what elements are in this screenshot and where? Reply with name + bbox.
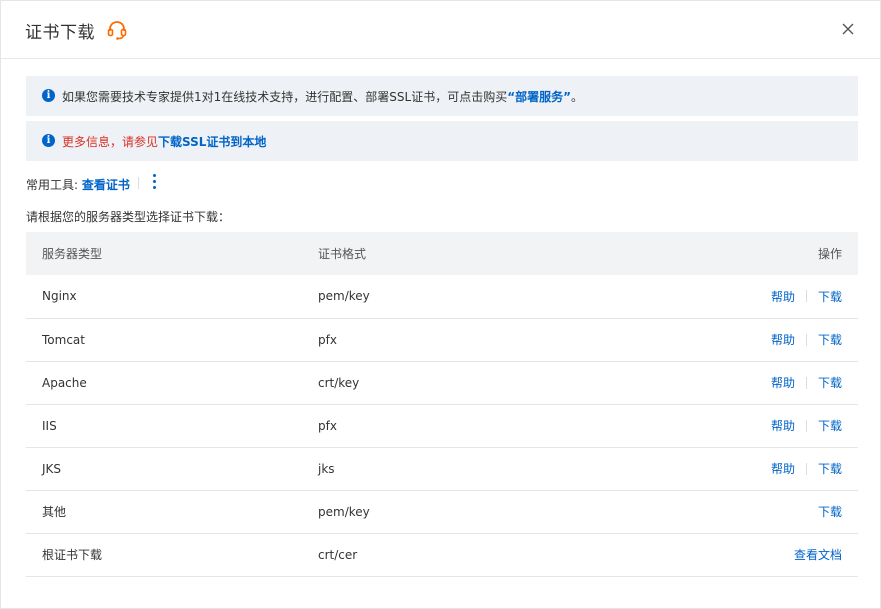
actions-cell: 帮助 下载 [682, 361, 858, 405]
actions-cell: 帮助 下载 [682, 275, 858, 319]
table-row: 根证书下载 crt/cer 查看文档 [26, 533, 858, 577]
dialog-header: 证书下载 [1, 1, 880, 59]
support-alert-text: 如果您需要技术专家提供1对1在线技术支持，进行配置、部署SSL证书，可点击购买“… [62, 90, 583, 104]
server-type-cell: Nginx [26, 275, 302, 319]
info-icon: i [42, 89, 55, 102]
format-cell: pem/key [302, 490, 682, 534]
download-link[interactable]: 下载 [818, 331, 842, 348]
common-tools: 常用工具: 查看证书 [26, 176, 139, 193]
server-type-cell: IIS [26, 404, 302, 448]
deploy-service-link[interactable]: “部署服务” [507, 90, 571, 104]
dialog-title: 证书下载 [25, 23, 95, 43]
close-icon[interactable] [840, 21, 856, 37]
help-link[interactable]: 帮助 [771, 374, 795, 391]
column-header-server-type: 服务器类型 [26, 232, 302, 275]
actions-cell: 下载 [682, 490, 858, 534]
server-type-cell: 其他 [26, 490, 302, 534]
certificate-download-dialog: 证书下载 i 如果您需要技术专家提供1对1在线技术支持，进行配置、部署SSL证书… [0, 0, 881, 609]
format-cell: pem/key [302, 275, 682, 319]
server-type-cell: Apache [26, 361, 302, 405]
actions-cell: 查看文档 [682, 533, 858, 577]
view-docs-link[interactable]: 查看文档 [794, 546, 842, 563]
help-link[interactable]: 帮助 [771, 417, 795, 434]
support-alert: i 如果您需要技术专家提供1对1在线技术支持，进行配置、部署SSL证书，可点击购… [26, 76, 858, 116]
format-cell: crt/key [302, 361, 682, 405]
server-type-hint: 请根据您的服务器类型选择证书下载： [26, 210, 231, 224]
actions-cell: 帮助 下载 [682, 404, 858, 448]
table-row: Tomcat pfx 帮助 下载 [26, 318, 858, 362]
help-link[interactable]: 帮助 [771, 331, 795, 348]
common-tools-label: 常用工具: [26, 178, 79, 192]
info-icon: i [42, 134, 55, 147]
kebab-menu-icon[interactable] [151, 174, 157, 192]
help-link[interactable]: 帮助 [771, 288, 795, 305]
server-type-cell: 根证书下载 [26, 533, 302, 577]
format-cell: pfx [302, 404, 682, 448]
table-row: Nginx pem/key 帮助 下载 [26, 275, 858, 319]
download-link[interactable]: 下载 [818, 417, 842, 434]
table-row: IIS pfx 帮助 下载 [26, 404, 858, 448]
actions-cell: 帮助 下载 [682, 447, 858, 491]
table-header-row: 服务器类型 证书格式 操作 [26, 232, 858, 275]
download-ssl-doc-link[interactable]: 下载SSL证书到本地 [158, 135, 266, 149]
headset-icon[interactable] [106, 19, 128, 41]
table-row: JKS jks 帮助 下载 [26, 447, 858, 491]
download-link[interactable]: 下载 [818, 460, 842, 477]
download-link[interactable]: 下载 [818, 374, 842, 391]
server-type-table: 服务器类型 证书格式 操作 Nginx pem/key 帮助 下载 Tomcat … [26, 232, 858, 577]
column-header-actions: 操作 [682, 232, 858, 275]
table-row: 其他 pem/key 下载 [26, 490, 858, 534]
more-info-alert: i 更多信息，请参见下载SSL证书到本地 [26, 121, 858, 161]
table-row: Apache crt/key 帮助 下载 [26, 361, 858, 405]
help-link[interactable]: 帮助 [771, 460, 795, 477]
server-type-cell: JKS [26, 447, 302, 491]
server-type-cell: Tomcat [26, 318, 302, 362]
format-cell: jks [302, 447, 682, 491]
more-info-text: 更多信息，请参见下载SSL证书到本地 [62, 135, 267, 149]
download-link[interactable]: 下载 [818, 288, 842, 305]
view-certificate-link[interactable]: 查看证书 [82, 178, 130, 192]
download-link[interactable]: 下载 [818, 503, 842, 520]
column-header-format: 证书格式 [302, 232, 682, 275]
actions-cell: 帮助 下载 [682, 318, 858, 362]
format-cell: pfx [302, 318, 682, 362]
format-cell: crt/cer [302, 533, 682, 577]
divider [138, 177, 139, 189]
